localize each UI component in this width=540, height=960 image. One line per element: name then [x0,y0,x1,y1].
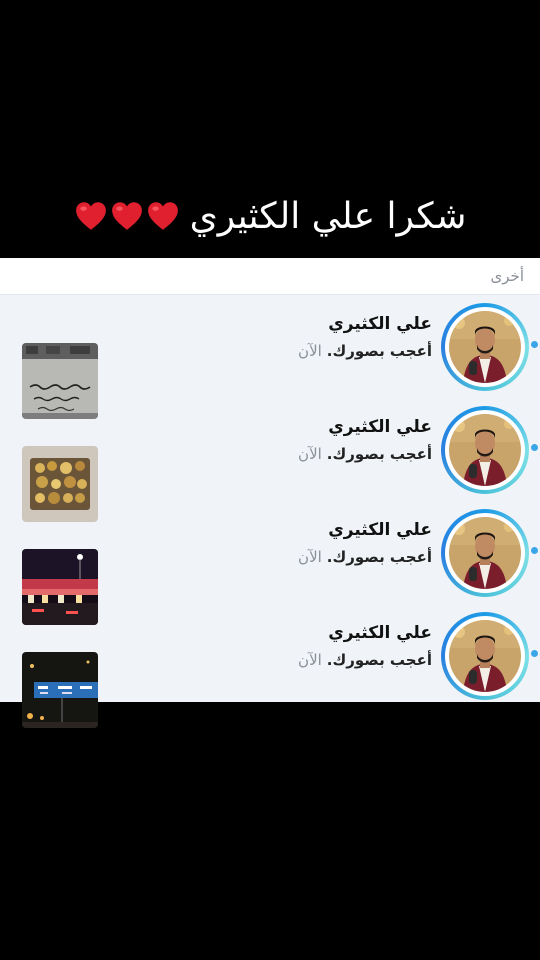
timestamp: الآن [298,548,322,566]
red-heart-icon [147,202,178,230]
avatar-story-ring[interactable] [441,612,529,700]
avatar [449,414,521,486]
profile-photo-icon [449,517,521,589]
action-text: أعجب بصورك. [326,445,432,463]
notification-row[interactable]: علي الكثيري أعجب بصورك.الآن [0,501,540,625]
notification-row[interactable]: علي الكثيري أعجب بصورك.الآن [0,295,540,419]
notification-list: علي الكثيري أعجب بصورك.الآن علي الكثيري … [0,295,540,728]
section-header: أخرى [0,258,540,295]
highway-sign-thumbnail-icon [22,652,98,728]
hearts-group [74,199,180,233]
username[interactable]: علي الكثيري [328,417,432,437]
post-thumbnail[interactable] [22,652,98,728]
activity-panel: أخرى علي الكثيري أعجب بصورك.الآن علي الك… [0,258,540,728]
action-text: أعجب بصورك. [326,651,432,669]
notification-text: أعجب بصورك.الآن [298,445,432,463]
timestamp: الآن [298,445,322,463]
red-heart-icon [111,202,142,230]
avatar [449,311,521,383]
timestamp: الآن [298,342,322,360]
timestamp: الآن [298,651,322,669]
avatar [449,517,521,589]
caption-text: شكرا علي الكثيري [189,195,467,237]
profile-photo-icon [449,311,521,383]
action-text: أعجب بصورك. [326,548,432,566]
red-heart-icon [75,202,106,230]
username[interactable]: علي الكثيري [328,623,432,643]
avatar [449,620,521,692]
unread-dot [531,650,538,657]
notification-row[interactable]: علي الكثيري أعجب بصورك.الآن [0,604,540,728]
avatar-story-ring[interactable] [441,303,529,391]
section-title: أخرى [490,267,524,285]
notification-text: أعجب بصورك.الآن [298,342,432,360]
action-text: أعجب بصورك. [326,342,432,360]
username[interactable]: علي الكثيري [328,314,432,334]
notification-row[interactable]: علي الكثيري أعجب بصورك.الآن [0,398,540,522]
unread-dot [531,547,538,554]
profile-photo-icon [449,620,521,692]
notification-text: أعجب بصورك.الآن [298,548,432,566]
username[interactable]: علي الكثيري [328,520,432,540]
caption-overlay: شكرا علي الكثيري [0,190,540,242]
unread-dot [531,444,538,451]
profile-photo-icon [449,414,521,486]
notification-text: أعجب بصورك.الآن [298,651,432,669]
avatar-story-ring[interactable] [441,509,529,597]
avatar-story-ring[interactable] [441,406,529,494]
unread-dot [531,341,538,348]
